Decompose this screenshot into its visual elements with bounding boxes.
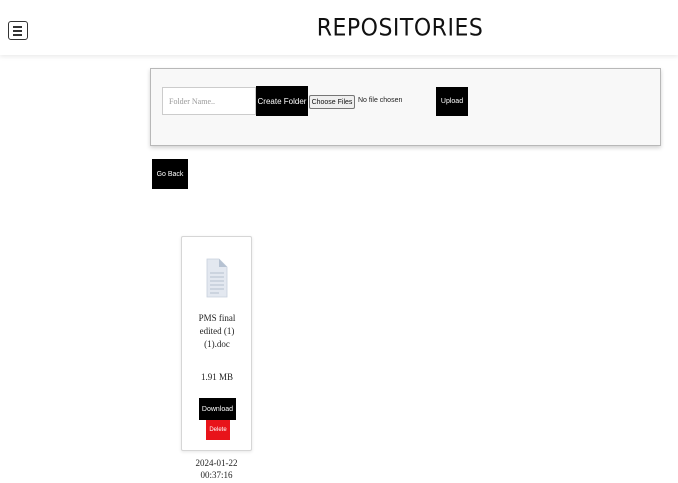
repository-toolbar: Create Folder Choose Files No file chose… (150, 68, 661, 146)
upload-button[interactable]: Upload (436, 87, 468, 116)
top-bar: REPOSITORIES (0, 0, 678, 55)
create-folder-button[interactable]: Create Folder (256, 86, 308, 116)
file-name: PMS final edited (1) (1).doc (198, 313, 236, 349)
file-size: 1.91 MB (200, 372, 233, 382)
folder-name-input[interactable] (162, 87, 256, 115)
download-button[interactable]: Download (199, 398, 236, 420)
go-back-button[interactable]: Go Back (152, 159, 188, 189)
file-status-text: No file chosen (358, 97, 403, 104)
delete-button[interactable]: Delete (206, 420, 230, 440)
file-timestamp: 2024-01-22 00:37:16 (181, 457, 252, 481)
page-title: REPOSITORIES (316, 14, 484, 43)
file-time: 00:37:16 (200, 470, 233, 480)
file-card: PMS final edited (1) (1).doc 1.91 MB Dow… (181, 236, 252, 451)
choose-files-button[interactable]: Choose Files (309, 95, 355, 109)
document-icon (206, 258, 228, 298)
file-date: 2024-01-22 (195, 458, 238, 468)
